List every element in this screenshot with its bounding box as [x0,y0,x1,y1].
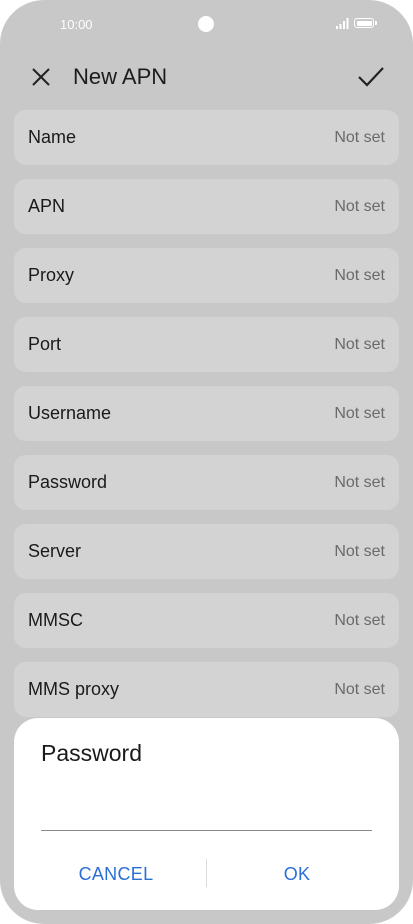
field-value: Not set [334,405,385,422]
signal-icon [336,18,349,29]
apn-field-password[interactable]: Password Not set [14,455,399,510]
close-icon[interactable] [28,64,54,90]
field-value: Not set [334,543,385,560]
battery-tip [375,21,377,25]
field-value: Not set [334,612,385,629]
field-value: Not set [334,198,385,215]
field-label: Name [28,127,77,147]
field-label: MMS proxy [28,679,120,699]
field-value: Not set [334,336,385,353]
apn-field-mmsc[interactable]: MMSC Not set [14,593,399,648]
apn-settings-list: Name Not set APN Not set Proxy Not set P… [14,110,399,731]
check-icon[interactable] [356,63,386,91]
camera-icon [198,16,214,32]
page-title: New APN [73,64,168,89]
field-label: Server [28,541,82,561]
status-time: 10:00 [60,17,93,32]
password-dialog: Password CANCEL OK [14,718,399,910]
field-label: Username [28,403,112,423]
apn-field-port[interactable]: Port Not set [14,317,399,372]
apn-field-username[interactable]: Username Not set [14,386,399,441]
field-value: Not set [334,474,385,491]
apn-field-mms-proxy[interactable]: MMS proxy Not set [14,662,399,717]
field-value: Not set [334,267,385,284]
apn-field-name[interactable]: Name Not set [14,110,399,165]
field-label: Password [28,472,108,492]
field-label: Port [28,334,62,354]
apn-field-server[interactable]: Server Not set [14,524,399,579]
status-bar: 10:00 [0,0,413,50]
field-value: Not set [334,129,385,146]
battery-icon [354,18,374,28]
cancel-button[interactable]: CANCEL [21,860,211,888]
ok-button[interactable]: OK [202,860,392,888]
field-label: Proxy [28,265,75,285]
field-label: APN [28,196,66,216]
phone-screen: 10:00 New APN Name Not set APN Not set P… [0,0,413,924]
dialog-title: Password [41,740,142,766]
field-value: Not set [334,681,385,698]
field-label: MMSC [28,610,83,630]
toolbar: New APN [0,55,413,99]
apn-field-apn[interactable]: APN Not set [14,179,399,234]
apn-field-proxy[interactable]: Proxy Not set [14,248,399,303]
password-input[interactable] [41,788,372,831]
